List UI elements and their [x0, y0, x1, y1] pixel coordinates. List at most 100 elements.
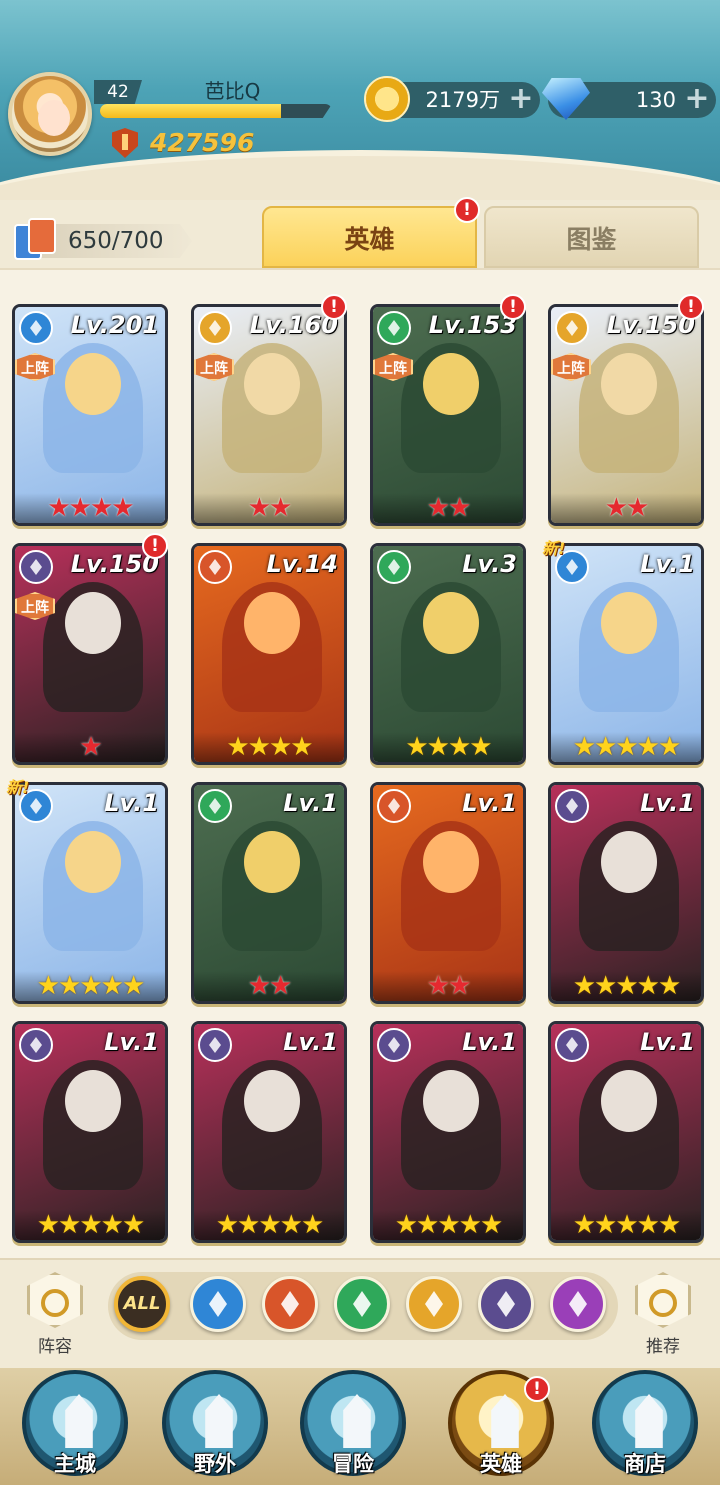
nav-adventure[interactable]: 冒险 — [300, 1370, 406, 1476]
hero-card[interactable]: Lv.1 ★★★★★ — [12, 782, 168, 1004]
new-hero-badge: 新! — [6, 778, 30, 797]
dark-element-icon — [555, 789, 589, 823]
hero-card[interactable]: Lv.3 ★★★★ — [370, 543, 526, 765]
hero-alert-icon: ! — [678, 294, 704, 320]
hero-card[interactable]: Lv.1 ★★★★★ — [191, 1021, 347, 1243]
gold-coin-icon — [364, 76, 410, 122]
gem-amount: 130 — [635, 88, 676, 112]
hero-card[interactable]: Lv.153 上阵 ★★ — [370, 304, 526, 526]
hero-alert-icon: ! — [321, 294, 347, 320]
gem-currency: 130 + — [542, 78, 716, 120]
power-icon — [112, 128, 138, 158]
filter-light-button[interactable] — [406, 1276, 462, 1332]
nav-wild-label: 野外 — [194, 1452, 236, 1476]
nav-adventure-label: 冒险 — [332, 1452, 374, 1476]
hero-stars: ★★★★ — [15, 493, 165, 523]
hero-cards-icon — [14, 218, 60, 260]
filter-fire-button[interactable] — [262, 1276, 318, 1332]
dark-element-icon — [555, 1028, 589, 1062]
power-value: 427596 — [150, 128, 255, 157]
lineup-button[interactable]: 阵容 — [20, 1272, 90, 1362]
exp-bar — [100, 104, 332, 118]
lineup-label: 阵容 — [38, 1337, 72, 1357]
avatar-face — [38, 100, 70, 136]
nav-main-city-label: 主城 — [54, 1452, 96, 1476]
hero-card[interactable]: Lv.150 上阵 ★★ — [548, 304, 704, 526]
hero-card[interactable]: Lv.1 ★★ — [191, 782, 347, 1004]
add-gems-button[interactable]: + — [684, 84, 710, 114]
hero-card[interactable]: Lv.1 ★★ — [370, 782, 526, 1004]
light-element-icon — [198, 311, 232, 345]
hero-stars: ★★★★★ — [194, 1210, 344, 1240]
filter-water-button[interactable] — [190, 1276, 246, 1332]
hero-level: Lv.1 — [283, 1028, 338, 1056]
hero-stars: ★★★★★ — [551, 1210, 701, 1240]
water-element-icon — [19, 311, 53, 345]
helmet-icon — [491, 1394, 519, 1448]
hero-level: Lv.201 — [70, 311, 159, 339]
hero-level: Lv.1 — [462, 1028, 517, 1056]
tab-heroes[interactable]: 英雄 — [262, 206, 477, 268]
filter-all-button[interactable]: ALL — [114, 1276, 170, 1332]
hero-stars: ★★★★★ — [373, 1210, 523, 1240]
hero-level: Lv.14 — [266, 550, 339, 578]
dark-element-icon — [19, 550, 53, 584]
dark-element-icon — [377, 1028, 411, 1062]
hero-alert-icon: ! — [500, 294, 526, 320]
filter-bar: 阵容 ALL 推荐 — [0, 1258, 720, 1368]
hero-level: Lv.1 — [462, 789, 517, 817]
hero-stars: ★★★★ — [373, 732, 523, 762]
hero-level: Lv.3 — [462, 550, 517, 578]
add-gold-button[interactable]: + — [508, 84, 534, 114]
light-element-icon — [555, 311, 589, 345]
hero-card[interactable]: Lv.160 上阵 ★★ — [191, 304, 347, 526]
wind-element-icon — [198, 789, 232, 823]
hero-stars: ★★ — [194, 493, 344, 523]
recommend-label: 推荐 — [646, 1337, 680, 1357]
nav-shop-label: 商店 — [624, 1452, 666, 1476]
castle-icon — [65, 1394, 93, 1448]
exp-bar-fill — [100, 104, 281, 118]
player-name: 芭比Q — [204, 79, 261, 103]
player-avatar[interactable] — [8, 72, 92, 156]
nav-wild[interactable]: 野外 — [162, 1370, 268, 1476]
hero-card[interactable]: Lv.201 上阵 ★★★★ — [12, 304, 168, 526]
nav-heroes-label: 英雄 — [480, 1452, 522, 1476]
nav-main-city[interactable]: 主城 — [22, 1370, 128, 1476]
hero-stars: ★ — [15, 732, 165, 762]
portal-icon — [205, 1394, 233, 1448]
recommend-button[interactable]: 推荐 — [628, 1272, 698, 1362]
tab-codex[interactable]: 图鉴 — [484, 206, 699, 268]
hero-level: Lv.1 — [640, 1028, 695, 1056]
hero-card[interactable]: Lv.14 ★★★★ — [191, 543, 347, 765]
hero-level: Lv.1 — [640, 789, 695, 817]
wind-element-icon — [377, 550, 411, 584]
nav-shop[interactable]: 商店 — [592, 1370, 698, 1476]
hero-stars: ★★★★ — [194, 732, 344, 762]
hero-level: Lv.1 — [104, 1028, 159, 1056]
lineup-shield-icon — [27, 1272, 83, 1328]
hero-card[interactable]: Lv.1 ★★★★★ — [12, 1021, 168, 1243]
sword-icon — [343, 1394, 371, 1448]
hero-stars: ★★ — [373, 971, 523, 1001]
filter-dark-button[interactable] — [478, 1276, 534, 1332]
top-header: 42 芭比Q 427596 2179万 + 130 + — [0, 0, 720, 200]
hero-alert-icon: ! — [142, 533, 168, 559]
hero-count: 650/700 — [40, 224, 192, 258]
filter-wind-button[interactable] — [334, 1276, 390, 1332]
wind-element-icon — [377, 311, 411, 345]
hero-card[interactable]: Lv.1 ★★★★★ — [548, 1021, 704, 1243]
hero-card[interactable]: Lv.150 上阵 ★ — [12, 543, 168, 765]
hero-stars: ★★★★★ — [15, 971, 165, 1001]
bottom-nav: 主城 野外 冒险 英雄 ! 商店 — [0, 1368, 720, 1485]
hero-card[interactable]: Lv.1 ★★★★★ — [548, 543, 704, 765]
hero-card[interactable]: Lv.1 ★★★★★ — [370, 1021, 526, 1243]
hero-stars: ★★ — [551, 493, 701, 523]
fire-element-icon — [377, 789, 411, 823]
dark-element-icon — [198, 1028, 232, 1062]
tab-heroes-alert-icon: ! — [454, 197, 480, 223]
diamond-icon — [542, 78, 590, 120]
filter-arcane-button[interactable] — [550, 1276, 606, 1332]
hero-card[interactable]: Lv.1 ★★★★★ — [548, 782, 704, 1004]
shop-icon — [635, 1394, 663, 1448]
